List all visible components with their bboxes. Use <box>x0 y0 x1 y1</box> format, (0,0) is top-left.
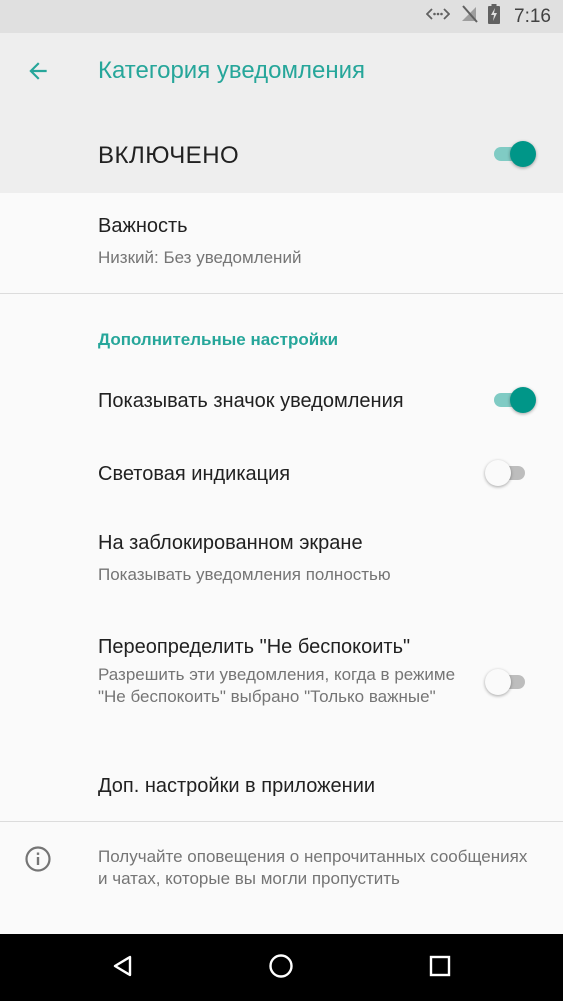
navigation-bar <box>0 934 563 1001</box>
lock-screen-title: На заблокированном экране <box>98 532 363 554</box>
data-sync-icon <box>425 6 451 27</box>
nav-recents-button[interactable] <box>423 951 457 985</box>
arrow-back-icon <box>25 58 51 89</box>
dnd-override-toggle[interactable] <box>485 667 533 697</box>
app-settings-title: Доп. настройки в приложении <box>98 775 376 797</box>
home-circle-icon <box>268 953 294 984</box>
footer-info-text: Получайте оповещения о непрочитанных соо… <box>98 847 528 888</box>
master-switch-row[interactable]: ВКЛЮЧЕНО <box>0 113 563 193</box>
status-bar: 7:16 <box>0 0 563 33</box>
nav-home-button[interactable] <box>264 951 298 985</box>
importance-title: Важность <box>98 215 188 237</box>
light-toggle[interactable] <box>485 458 533 488</box>
importance-value: Низкий: Без уведомлений <box>98 248 302 267</box>
show-badge-title: Показывать значок уведомления <box>98 390 404 412</box>
dnd-override-description: Разрешить эти уведомления, когда в режим… <box>98 665 456 706</box>
app-bar: Категория уведомления <box>0 33 563 113</box>
master-toggle[interactable] <box>494 139 538 169</box>
no-signal-icon <box>460 5 478 28</box>
master-switch-label: ВКЛЮЧЕНО <box>98 142 240 169</box>
divider <box>0 821 563 822</box>
section-header-advanced: Дополнительные настройки <box>98 330 339 349</box>
show-badge-toggle[interactable] <box>494 385 538 415</box>
recents-square-icon <box>429 955 451 982</box>
back-triangle-icon <box>111 954 135 983</box>
status-time: 7:16 <box>514 5 551 27</box>
dnd-override-title: Переопределить "Не беспокоить" <box>98 636 411 658</box>
back-button[interactable] <box>18 53 58 93</box>
status-icons: 7:16 <box>425 0 551 33</box>
battery-charging-icon <box>488 4 501 29</box>
light-title: Световая индикация <box>98 463 291 485</box>
divider <box>0 293 563 294</box>
nav-back-button[interactable] <box>106 951 140 985</box>
page-title: Категория уведомления <box>98 57 366 84</box>
lock-screen-value: Показывать уведомления полностью <box>98 565 391 584</box>
info-icon <box>24 845 52 873</box>
